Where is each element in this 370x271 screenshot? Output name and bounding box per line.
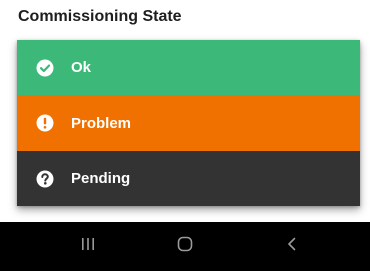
back-button[interactable] bbox=[262, 222, 322, 271]
page: Commissioning State Ok Problem Pending bbox=[0, 0, 370, 271]
option-pending-label: Pending bbox=[71, 170, 131, 187]
commissioning-state-options: Ok Problem Pending bbox=[17, 40, 360, 206]
system-navigation-bar bbox=[0, 222, 370, 271]
back-icon bbox=[284, 236, 300, 257]
option-problem[interactable]: Problem bbox=[17, 95, 360, 151]
home-button[interactable] bbox=[155, 222, 215, 271]
recent-apps-icon bbox=[80, 236, 96, 257]
dialog-title: Commissioning State bbox=[18, 8, 182, 25]
exclamation-circle-icon bbox=[36, 114, 54, 132]
check-circle-icon bbox=[36, 59, 54, 77]
option-pending[interactable]: Pending bbox=[17, 151, 360, 206]
option-problem-label: Problem bbox=[71, 114, 132, 132]
recent-apps-button[interactable] bbox=[58, 222, 118, 271]
home-icon bbox=[176, 235, 194, 258]
question-circle-icon bbox=[36, 170, 54, 188]
option-ok-label: Ok bbox=[71, 59, 92, 76]
option-ok[interactable]: Ok bbox=[17, 40, 360, 95]
